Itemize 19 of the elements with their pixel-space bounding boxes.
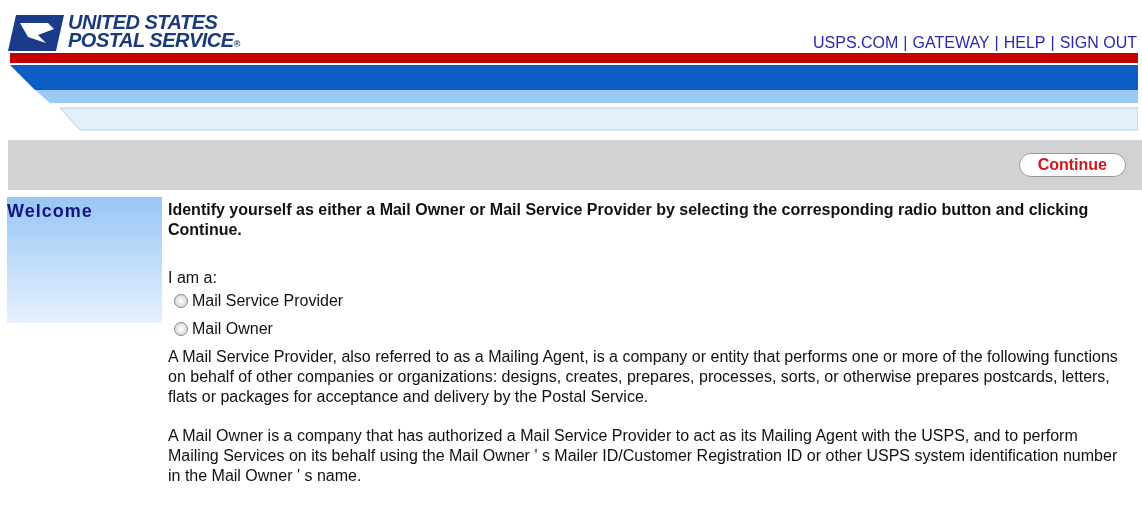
link-separator: | xyxy=(903,34,908,52)
radio-button[interactable] xyxy=(174,294,188,308)
radio-label[interactable]: Mail Service Provider xyxy=(192,291,344,311)
nav-link[interactable]: GATEWAY xyxy=(912,34,990,52)
radio-label[interactable]: Mail Owner xyxy=(192,319,273,339)
description-paragraph: A Mail Service Provider, also referred to as a Mailing Agent, is a company or entity that performs one or more of the following functions on behalf of other companies or organizations: designs, creates, prepares, processes, sorts, or otherwise prepares postcards, letters, flats or packages for acceptance and delivery by the Postal Service. xyxy=(168,347,1119,407)
radio-button[interactable] xyxy=(174,322,188,336)
eagle-logo-icon xyxy=(8,15,64,51)
description-paragraph: A Mail Owner is a company that has authorized a Mail Service Provider to act as its Mailing Agent with the USPS, and to perform Mailing Services on its behalf using the Mail Owner ' s Mailer ID/Customer Registration ID or other USPS system identification number in the Mail Owner ' s name. xyxy=(168,426,1119,486)
link-separator: | xyxy=(994,34,999,52)
continue-button[interactable]: Continue xyxy=(1018,153,1126,177)
prompt-label: I am a: xyxy=(168,268,218,288)
logo-text: UNITED STATES POSTAL SERVICE® xyxy=(68,13,240,53)
sidebar-title: Welcome xyxy=(7,200,94,222)
instruction-text: Identify yourself as either a Mail Owner or Mail Service Provider by selecting the corresponding radio button and clicking Continue. xyxy=(168,200,1090,240)
link-separator: | xyxy=(1050,34,1055,52)
nav-link[interactable]: HELP xyxy=(1003,34,1046,52)
nav-link[interactable]: USPS.COM xyxy=(813,34,899,52)
nav-link[interactable]: SIGN OUT xyxy=(1059,34,1137,52)
